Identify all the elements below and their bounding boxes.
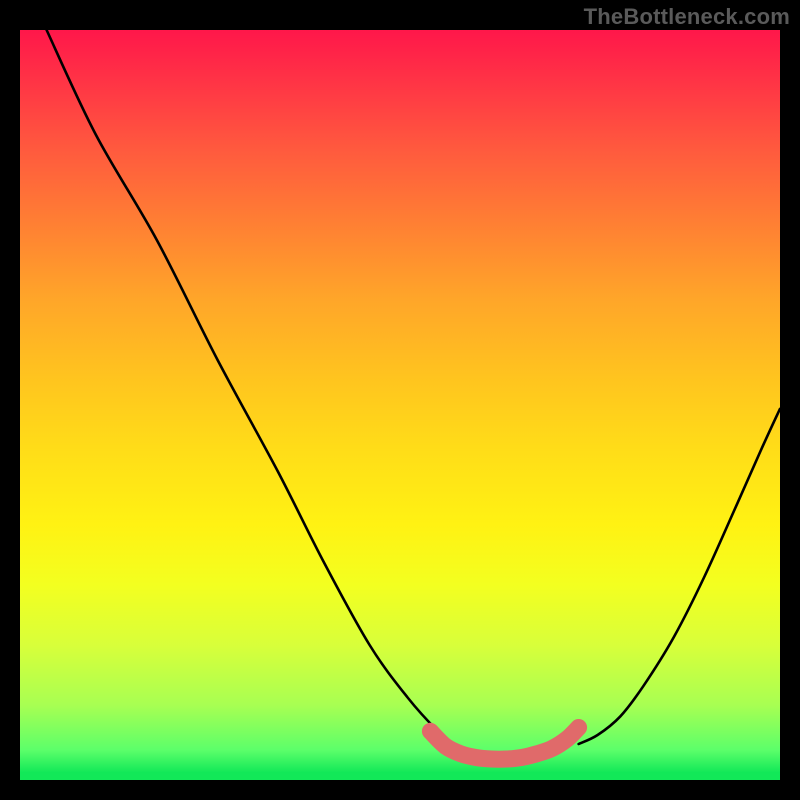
marker-strip <box>430 728 578 760</box>
chart-svg <box>20 30 780 780</box>
watermark-text: TheBottleneck.com <box>584 4 790 30</box>
plot-area <box>20 30 780 780</box>
right-curve <box>579 409 780 744</box>
chart-stage: TheBottleneck.com <box>0 0 800 800</box>
left-curve <box>47 30 484 758</box>
